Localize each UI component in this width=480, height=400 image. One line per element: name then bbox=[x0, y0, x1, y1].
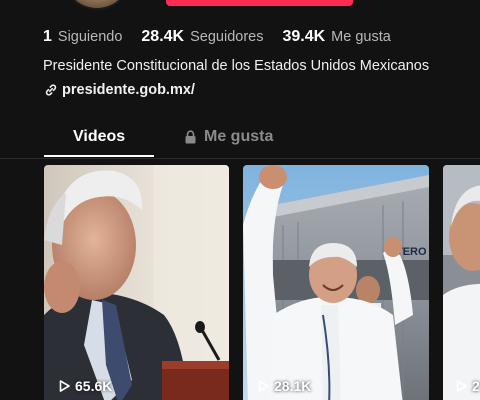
video-card[interactable]: 65.6K bbox=[44, 165, 229, 400]
play-icon bbox=[258, 380, 269, 392]
profile-link[interactable]: presidente.gob.mx/ bbox=[44, 82, 195, 98]
following-count: 1 bbox=[43, 28, 52, 45]
video-thumbnail bbox=[44, 165, 229, 400]
followers-label: Seguidores bbox=[190, 29, 264, 45]
tab-liked-label: Me gusta bbox=[204, 128, 274, 145]
link-icon bbox=[45, 84, 57, 96]
video-views-count: 28.1K bbox=[274, 378, 312, 394]
profile-tabs: Videos Me gusta bbox=[0, 118, 480, 159]
video-grid: 65.6K INTERO 28.1K 2 bbox=[0, 165, 480, 400]
tab-liked[interactable]: Me gusta bbox=[184, 128, 273, 146]
video-views-count: 2 bbox=[472, 378, 480, 394]
play-icon bbox=[59, 380, 70, 392]
video-views: 65.6K bbox=[59, 378, 112, 394]
likes-count: 39.4K bbox=[282, 28, 326, 45]
lock-icon bbox=[185, 130, 196, 144]
video-views: 28.1K bbox=[258, 378, 311, 394]
profile-bio: Presidente Constitucional de los Estados… bbox=[43, 58, 430, 74]
profile-stats: 1 Siguiendo 28.4K Seguidores 39.4K Me gu… bbox=[43, 28, 410, 46]
play-icon bbox=[456, 380, 467, 392]
active-tab-indicator bbox=[44, 155, 154, 157]
tab-videos-label: Videos bbox=[73, 128, 126, 145]
following-stat[interactable]: 1 Siguiendo bbox=[43, 28, 122, 46]
likes-label: Me gusta bbox=[331, 29, 391, 45]
likes-stat: 39.4K Me gusta bbox=[282, 28, 390, 46]
video-views: 2 bbox=[456, 378, 480, 394]
video-views-count: 65.6K bbox=[75, 378, 113, 394]
following-label: Siguiendo bbox=[57, 29, 123, 45]
video-thumbnail: INTERO bbox=[243, 165, 429, 400]
video-card[interactable]: 2 bbox=[443, 165, 480, 400]
profile-link-text: presidente.gob.mx/ bbox=[62, 82, 195, 98]
follow-button[interactable] bbox=[166, 0, 353, 6]
followers-count: 28.4K bbox=[141, 28, 185, 45]
profile-page: 1 Siguiendo 28.4K Seguidores 39.4K Me gu… bbox=[0, 0, 480, 400]
avatar[interactable] bbox=[64, 0, 130, 10]
tab-videos[interactable]: Videos bbox=[73, 128, 125, 146]
video-card[interactable]: INTERO 28.1K bbox=[243, 165, 429, 400]
followers-stat[interactable]: 28.4K Seguidores bbox=[141, 28, 263, 46]
video-thumbnail bbox=[443, 165, 480, 400]
